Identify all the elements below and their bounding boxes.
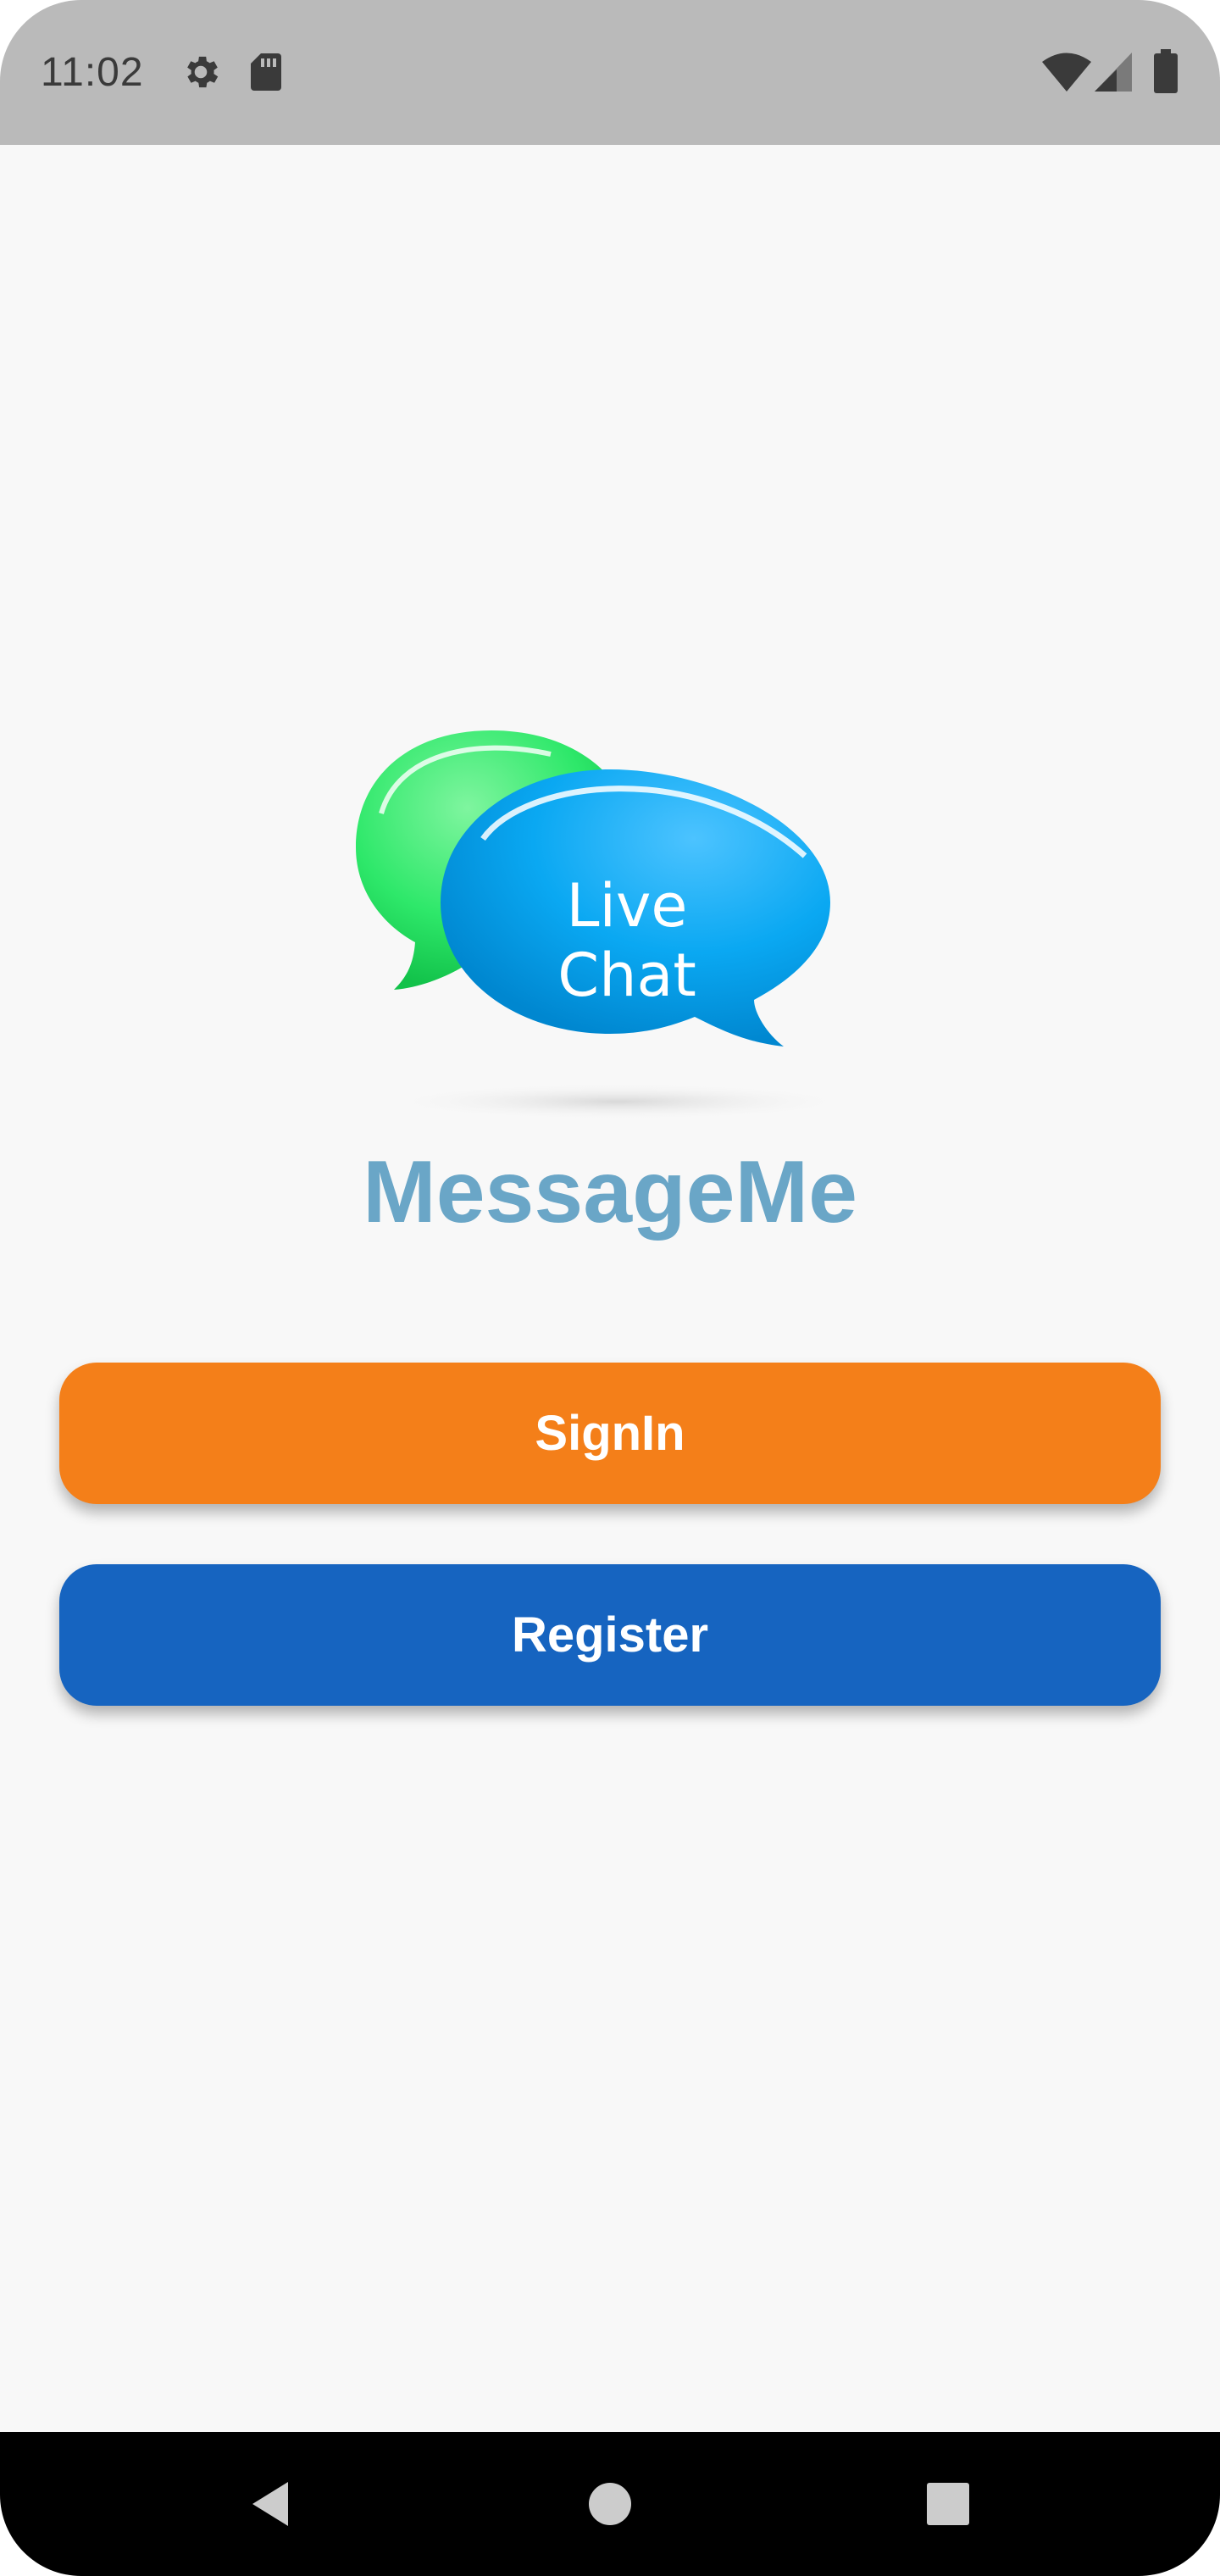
back-icon[interactable] [233, 2466, 309, 2542]
gear-icon [180, 51, 222, 97]
home-icon[interactable] [572, 2466, 648, 2542]
wifi-icon [1042, 53, 1091, 96]
status-bar: 11:02 [0, 0, 1220, 145]
sd-card-icon [249, 51, 283, 97]
device-screen: 11:02 Live Chat MessageMe SignIn Registe… [0, 0, 1220, 2576]
app-title: MessageMe [363, 1143, 857, 1241]
logo-bubble-text: Live Chat [557, 871, 696, 1010]
signin-button[interactable]: SignIn [59, 1363, 1161, 1504]
recents-icon[interactable] [910, 2466, 986, 2542]
signal-icon [1095, 53, 1132, 96]
status-time: 11:02 [41, 50, 144, 95]
register-button[interactable]: Register [59, 1564, 1161, 1706]
navigation-bar [0, 2432, 1220, 2576]
live-chat-logo: Live Chat [356, 720, 881, 1127]
battery-icon [1154, 49, 1178, 97]
